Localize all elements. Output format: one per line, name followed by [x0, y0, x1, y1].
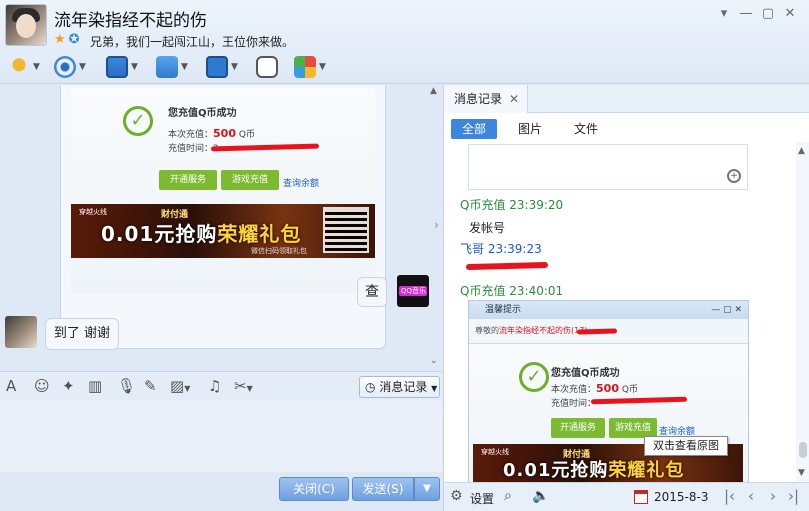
magic-wand-icon[interactable]: ✦	[62, 377, 75, 395]
message-input[interactable]	[0, 401, 442, 472]
clock-icon: ◷	[365, 380, 376, 394]
screen-share-icon	[106, 56, 128, 78]
friend-signature: 兄弟，我们一起闯江山，王位你来做。	[90, 35, 295, 49]
send-bar: 关闭(C) 发送(S) ▼	[0, 472, 442, 511]
maximize-button[interactable]: ▢	[757, 6, 779, 21]
remote-desktop-button[interactable]: ▼	[106, 56, 138, 80]
send-file-button[interactable]: ▼	[156, 56, 188, 80]
tab-all[interactable]: 全部	[451, 119, 497, 139]
vip-star-icon[interactable]: ★	[54, 32, 66, 47]
redaction-scribble	[465, 261, 549, 271]
chat-add-icon	[256, 56, 278, 78]
chevron-down-icon: ▼	[33, 62, 40, 72]
recharge-receipt-image: ✓ 您充值Q币成功 本次充值：500 Q币 充值时间：2 开通服务 游戏充值 查…	[71, 88, 375, 294]
close-tab-icon[interactable]: ✕	[509, 85, 519, 113]
tab-files[interactable]: 文件	[566, 119, 606, 139]
send-options-dropdown[interactable]: ▼	[414, 477, 440, 501]
minimize-button[interactable]: —	[735, 6, 757, 21]
window-controls: ▾ — ▢ ✕	[713, 6, 801, 21]
chat-scroll-up-icon[interactable]: ▲	[430, 86, 437, 96]
chat-history[interactable]: ✓ 您充值Q币成功 本次充值：500 Q币 充值时间：2 开通服务 游戏充值 查…	[0, 85, 442, 370]
record-entry-body: 发帐号	[469, 221, 506, 235]
screen-capture-button[interactable]: ▼	[206, 56, 238, 80]
scroll-down-icon[interactable]: ▼	[798, 468, 805, 478]
record-entry-header: Q币充值 23:39:20	[460, 198, 564, 212]
monitor-icon	[206, 56, 228, 78]
apps-button[interactable]: ▼	[294, 56, 326, 80]
calendar-icon[interactable]	[634, 490, 648, 504]
tab-message-record[interactable]: 消息记录 ✕	[444, 85, 528, 113]
qzone-icon[interactable]: ✪	[69, 32, 80, 47]
chevron-down-icon: ▼	[181, 62, 188, 72]
video-call-button[interactable]: ▼	[54, 56, 86, 80]
video-clip-icon[interactable]: ▥	[88, 377, 102, 395]
chat-scroll-down-icon[interactable]: ⌄	[430, 356, 438, 366]
image-message-card[interactable]: ✓ 您充值Q币成功 本次充值：500 Q币 充值时间：2 开通服务 游戏充值 查…	[60, 85, 386, 349]
record-entry-header: Q币充值 23:40:01	[460, 284, 564, 298]
success-check-icon: ✓	[123, 106, 153, 136]
message-record-panel: 消息记录 ✕ 全部 图片 文件 + Q币充值 23:39:20 发帐号 飞哥 2…	[443, 85, 809, 511]
view-original-tooltip: 双击查看原图	[644, 436, 728, 456]
music-icon[interactable]: ♫	[208, 377, 221, 395]
settings-button[interactable]: 设置	[470, 490, 494, 507]
scissors-icon[interactable]: ✂▼	[234, 377, 253, 395]
previous-image-preview[interactable]: +	[468, 144, 748, 190]
zoom-in-icon[interactable]: +	[727, 169, 741, 183]
prev-page-icon[interactable]: ‹	[748, 487, 754, 505]
record-filter-tabs: 全部 图片 文件	[444, 114, 809, 142]
chevron-down-icon: ▼	[131, 62, 138, 72]
my-message-bubble[interactable]: 查	[357, 277, 387, 307]
friend-avatar[interactable]	[5, 4, 47, 46]
gear-icon[interactable]: ⚙	[450, 488, 463, 504]
chevron-down-icon: ▼	[319, 62, 326, 72]
success-check-icon: ✓	[519, 362, 549, 392]
next-page-icon[interactable]: ›	[770, 487, 776, 505]
format-toolbar: A ☺ ✦ ▥ 🎙 ✎ ▨▼ ♫ ✂▼ ◷ 消息记录 ▼	[0, 371, 442, 401]
record-footer: ⚙ 设置 ⌕ 🔈 2015-8-3 |‹ ‹ › ›|	[444, 482, 809, 511]
last-page-icon[interactable]: ›|	[788, 487, 799, 505]
close-window-button[interactable]: ✕	[779, 6, 801, 21]
tab-images[interactable]: 图片	[510, 119, 550, 139]
qr-code	[323, 207, 369, 253]
folder-transfer-icon	[156, 56, 178, 78]
skin-dropdown-icon[interactable]: ▾	[713, 6, 735, 21]
chevron-down-icon: ▼	[231, 62, 238, 72]
first-page-icon[interactable]: |‹	[724, 487, 735, 505]
chevron-down-icon: ▼	[79, 62, 86, 72]
emoji-icon[interactable]: ☺	[34, 377, 50, 395]
close-button[interactable]: 关闭(C)	[279, 477, 349, 501]
microphone-icon	[8, 56, 30, 78]
chat-header: 流年染指经不起的伤 ★ ✪ 兄弟，我们一起闯江山，王位你来做。 ▾ — ▢ ✕	[0, 0, 809, 52]
create-discussion-button[interactable]	[256, 56, 278, 80]
search-icon[interactable]: ⌕	[504, 488, 512, 504]
apps-grid-icon	[294, 56, 316, 78]
image-icon[interactable]: ▨▼	[170, 377, 190, 395]
send-button[interactable]: 发送(S)	[352, 477, 414, 501]
message-record-button[interactable]: ◷ 消息记录 ▼	[359, 376, 440, 398]
record-history-list[interactable]: + Q币充值 23:39:20 发帐号 飞哥 23:39:23 Q币充值 23:…	[444, 142, 796, 482]
collapse-panel-icon[interactable]: ›	[434, 218, 439, 232]
friend-nickname[interactable]: 流年染指经不起的伤	[54, 6, 207, 31]
app-toolbar: ▼ ▼ ▼ ▼ ▼ ▼	[0, 52, 809, 84]
scroll-thumb[interactable]	[799, 442, 807, 458]
promo-banner: 穿越火线 财付通 0.01元抢购荣耀礼包 微信扫码领取礼包	[71, 204, 375, 258]
voice-message-icon[interactable]: 🎙	[117, 377, 136, 395]
friend-message-bubble[interactable]: 到了 谢谢	[45, 318, 119, 350]
voice-call-button[interactable]: ▼	[8, 56, 40, 80]
handwriting-icon[interactable]: ✎	[144, 377, 157, 395]
record-scrollbar[interactable]: ▲ ▼	[796, 142, 809, 482]
scroll-up-icon[interactable]: ▲	[798, 146, 805, 156]
date-picker[interactable]: 2015-8-3	[654, 490, 708, 504]
font-icon[interactable]: A	[6, 377, 16, 395]
camera-icon	[54, 56, 76, 78]
redaction-scribble	[210, 143, 320, 152]
my-avatar[interactable]: QQ音乐	[397, 275, 429, 307]
chevron-down-icon: ▼	[431, 384, 438, 393]
friend-message-avatar[interactable]	[5, 316, 37, 348]
speaker-icon[interactable]: 🔈	[532, 488, 549, 504]
record-entry-header: 飞哥 23:39:23	[460, 242, 542, 256]
